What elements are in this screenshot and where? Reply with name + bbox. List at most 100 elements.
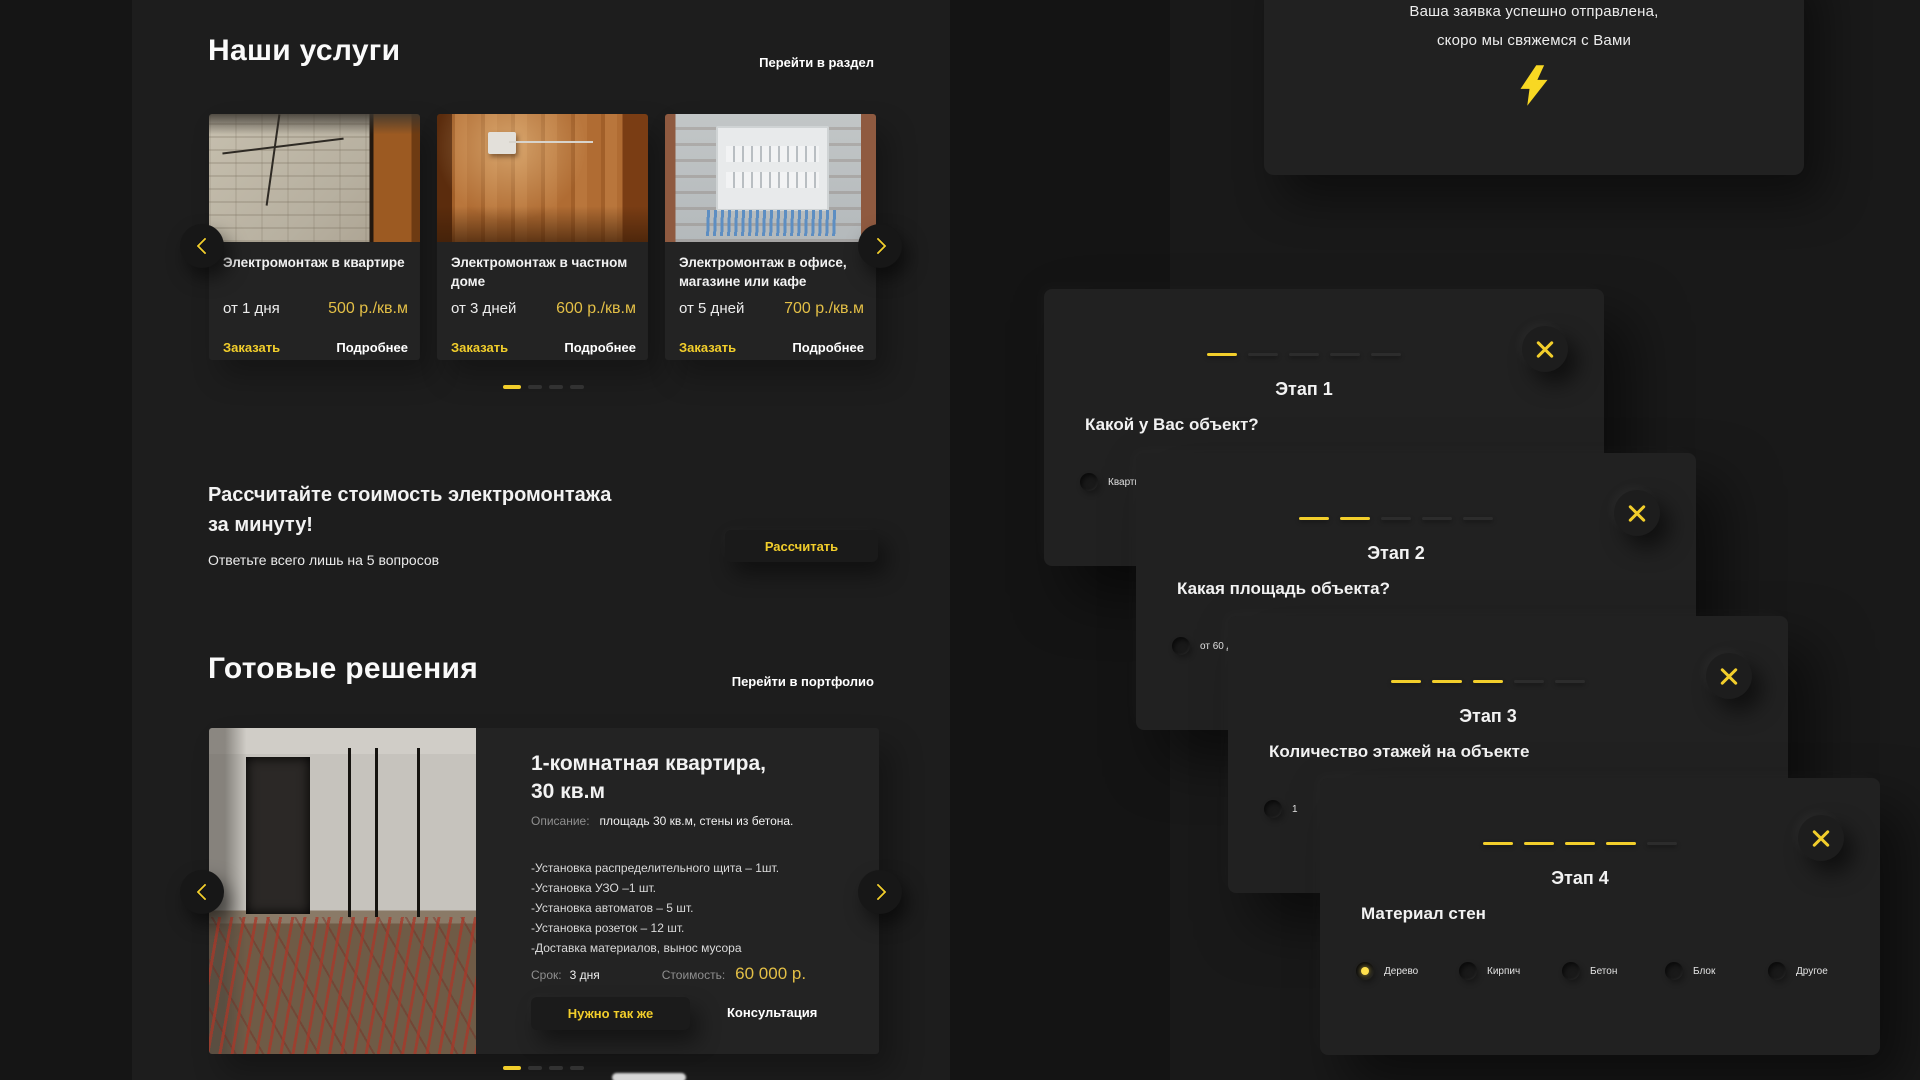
- service-duration: от 3 дней: [451, 300, 516, 317]
- calculator-subtitle: Ответьте всего лишь на 5 вопросов: [208, 552, 439, 568]
- chevron-right-icon: [869, 884, 886, 901]
- service-photo-apartment: [209, 114, 420, 242]
- work-item: -Доставка материалов, вынос мусора: [531, 938, 779, 958]
- services-prev-button[interactable]: [180, 224, 224, 268]
- service-card: Электромонтаж в офисе, магазине или кафе…: [665, 114, 876, 360]
- stage-title: Этап 3: [1208, 706, 1768, 727]
- services-section-link[interactable]: Перейти в раздел: [759, 55, 874, 70]
- radio-option[interactable]: Дерево: [1356, 962, 1459, 980]
- service-title: Электромонтаж в офисе, магазине или кафе: [679, 254, 866, 292]
- service-duration: от 1 дня: [223, 300, 280, 317]
- work-item: -Установка автоматов – 5 шт.: [531, 898, 779, 918]
- work-item: -Установка розеток – 12 шт.: [531, 918, 779, 938]
- portfolio-heading: Готовые решения: [208, 652, 478, 686]
- portfolio-card: 1-комнатная квартира, 30 кв.м Описание:п…: [209, 728, 879, 1054]
- close-icon: [1810, 827, 1832, 849]
- cable-decor: [222, 137, 344, 154]
- service-duration: от 5 дней: [679, 300, 744, 317]
- services-heading: Наши услуги: [208, 34, 400, 68]
- order-button[interactable]: Заказать: [679, 340, 736, 355]
- service-price: 600 р./кв.м: [556, 300, 636, 318]
- details-button[interactable]: Подробнее: [792, 340, 864, 355]
- quiz-progress: [1483, 842, 1677, 845]
- calculator-heading: Рассчитайте стоимость электромонтажа за …: [208, 480, 611, 540]
- portfolio-prev-button[interactable]: [180, 870, 224, 914]
- radio-button-icon: [1080, 473, 1098, 491]
- portfolio-meta: Срок: 3 дня Стоимость: 60 000 р.: [531, 964, 806, 984]
- stage-title: Этап 4: [1300, 868, 1860, 889]
- close-button[interactable]: [1614, 490, 1660, 536]
- cropped-next-element: [612, 1073, 686, 1080]
- wires-decor: [703, 210, 838, 236]
- calculate-button[interactable]: Рассчитать: [725, 530, 878, 562]
- description-label: Описание:: [531, 814, 590, 828]
- service-title: Электромонтаж в квартире: [223, 254, 410, 273]
- portfolio-section-link[interactable]: Перейти в портфолио: [732, 674, 874, 689]
- portfolio-carousel-pagination[interactable]: [503, 1066, 584, 1070]
- service-card: Электромонтаж в частном доме от 3 дней 6…: [437, 114, 648, 360]
- radio-label: Кирпич: [1487, 966, 1520, 977]
- quiz-progress: [1207, 353, 1401, 356]
- service-price: 700 р./кв.м: [784, 300, 864, 318]
- chevron-left-icon: [196, 238, 213, 255]
- toast-line2: скоро мы свяжемся с Вами: [1264, 32, 1804, 49]
- success-toast: Ваша заявка успешно отправлена, скоро мы…: [1264, 0, 1804, 175]
- design-canvas: Наши услуги Перейти в раздел Электромонт…: [0, 0, 1920, 1080]
- quiz-progress: [1391, 680, 1585, 683]
- radio-option[interactable]: Кирпич: [1459, 962, 1562, 980]
- details-button[interactable]: Подробнее: [336, 340, 408, 355]
- need-same-button[interactable]: Нужно так же: [531, 997, 690, 1030]
- stage-question: Какая площадь объекта?: [1177, 579, 1390, 599]
- service-price: 500 р./кв.м: [328, 300, 408, 318]
- portfolio-next-button[interactable]: [858, 870, 902, 914]
- radio-button-icon: [1356, 962, 1374, 980]
- work-item: -Установка УЗО –1 шт.: [531, 878, 779, 898]
- quiz-modal-stage-4: Этап 4 Материал стен Дерево Кирпич Бетон…: [1320, 778, 1880, 1055]
- close-button[interactable]: [1798, 815, 1844, 861]
- radio-label: Бетон: [1590, 966, 1617, 977]
- details-button[interactable]: Подробнее: [564, 340, 636, 355]
- order-button[interactable]: Заказать: [223, 340, 280, 355]
- radio-button-icon: [1172, 637, 1190, 655]
- term-value: 3 дня: [570, 968, 600, 982]
- close-button[interactable]: [1706, 653, 1752, 699]
- breaker-panel-decor: [716, 126, 830, 212]
- order-button[interactable]: Заказать: [451, 340, 508, 355]
- portfolio-photo-room: [209, 728, 476, 1054]
- radio-button-icon: [1562, 962, 1580, 980]
- radio-option[interactable]: Блок: [1665, 962, 1768, 980]
- stage-question: Материал стен: [1361, 904, 1486, 924]
- toast-line1: Ваша заявка успешно отправлена,: [1264, 3, 1804, 20]
- radio-option[interactable]: Другое: [1768, 962, 1871, 980]
- radio-option[interactable]: Бетон: [1562, 962, 1665, 980]
- service-photo-house: [437, 114, 648, 242]
- floor-heating-decor: [209, 917, 476, 1054]
- cost-value: 60 000 р.: [735, 964, 806, 983]
- portfolio-description: Описание: площадь 30 кв.м, стены из бетон…: [531, 814, 793, 828]
- portfolio-details: 1-комнатная квартира, 30 кв.м Описание:п…: [531, 728, 867, 1054]
- services-next-button[interactable]: [858, 224, 902, 268]
- radio-label: Дерево: [1384, 966, 1418, 977]
- chevron-left-icon: [196, 884, 213, 901]
- consultation-button[interactable]: Консультация: [727, 1005, 817, 1020]
- close-icon: [1718, 665, 1740, 687]
- radio-button-icon: [1665, 962, 1683, 980]
- close-icon: [1626, 502, 1648, 524]
- description-value: площадь 30 кв.м, стены из бетона.: [600, 814, 794, 828]
- stage-title: Этап 1: [1024, 379, 1584, 400]
- left-background-strip: [0, 0, 132, 1080]
- term-label: Срок:: [531, 968, 562, 982]
- lightning-icon: [1521, 65, 1548, 106]
- cost-label: Стоимость:: [662, 968, 725, 982]
- service-photo-office: [665, 114, 876, 242]
- radio-button-icon: [1768, 962, 1786, 980]
- radio-button-icon: [1264, 800, 1282, 818]
- stage-title: Этап 2: [1116, 543, 1676, 564]
- services-carousel-pagination[interactable]: [503, 385, 584, 389]
- radio-label: Другое: [1796, 966, 1828, 977]
- close-button[interactable]: [1522, 326, 1568, 372]
- radio-label: 1: [1292, 804, 1298, 815]
- radio-button-icon: [1459, 962, 1477, 980]
- close-icon: [1534, 338, 1556, 360]
- chevron-right-icon: [869, 238, 886, 255]
